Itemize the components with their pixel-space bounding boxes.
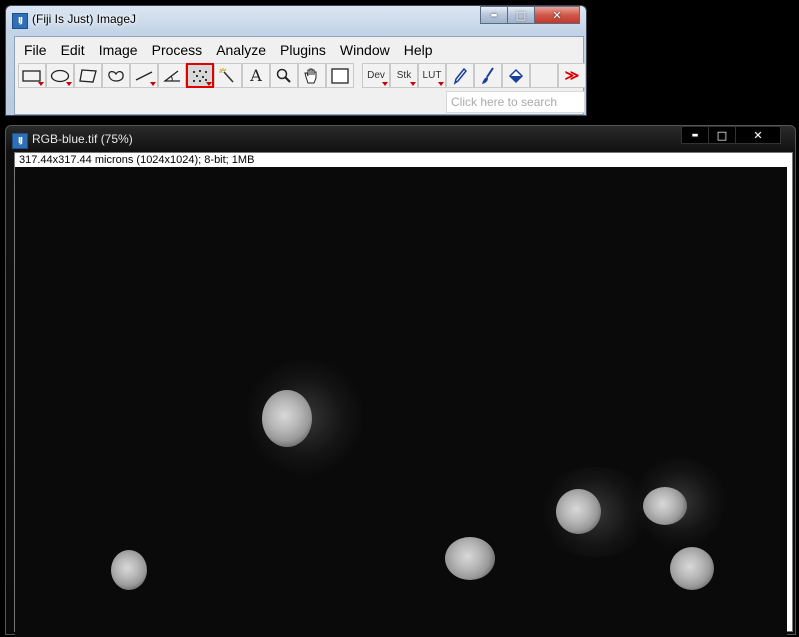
brush-tool-button[interactable] — [474, 63, 502, 88]
oval-tool-button[interactable] — [46, 63, 74, 88]
lut-menu-button[interactable]: LUT — [418, 63, 446, 88]
hand-tool-icon — [304, 68, 317, 83]
menu-window[interactable]: Window — [333, 38, 397, 60]
image-titlebar[interactable]: IJ RGB-blue.tif (75%) ▬ □ ✕ — [6, 126, 795, 154]
lut-label: LUT — [422, 70, 442, 81]
color-picker-tool-button[interactable] — [326, 63, 354, 88]
stk-label: Stk — [396, 70, 412, 81]
menu-edit[interactable]: Edit — [54, 38, 92, 60]
pencil-tool-button[interactable] — [446, 63, 474, 88]
dev-label: Dev — [367, 70, 385, 81]
menu-analyze[interactable]: Analyze — [209, 38, 273, 60]
imagej-app-icon: IJ — [12, 13, 28, 29]
cell-nucleus — [111, 550, 147, 590]
cell-nucleus — [445, 537, 495, 580]
maximize-icon: □ — [716, 128, 728, 142]
maximize-button[interactable]: □ — [507, 6, 535, 24]
close-button[interactable]: ✕ — [534, 6, 580, 24]
image-window-title: RGB-blue.tif (75%) — [32, 132, 133, 146]
minimize-icon: ▬ — [490, 11, 498, 19]
image-minimize-button[interactable]: ▬ — [681, 126, 709, 144]
minimize-button[interactable]: ▬ — [480, 6, 508, 24]
main-window-title: (Fiji Is Just) ImageJ — [32, 12, 137, 26]
multipoint-tool-button[interactable] — [186, 63, 214, 88]
dev-menu-button[interactable]: Dev — [362, 63, 390, 88]
polygon-tool-icon — [79, 68, 97, 83]
maximize-icon: □ — [515, 8, 527, 22]
pencil-icon — [453, 67, 468, 85]
image-close-button[interactable]: ✕ — [735, 126, 781, 144]
minimize-icon: ▬ — [691, 131, 699, 139]
text-tool-icon: A — [250, 66, 262, 85]
search-input[interactable]: Click here to search — [446, 91, 585, 113]
imagej-content: File Edit Image Process Analyze Plugins … — [14, 36, 586, 115]
magnifier-tool-icon — [276, 68, 291, 83]
image-info-text: 317.44x317.44 microns (1024x1024); 8-bit… — [19, 154, 255, 166]
main-titlebar[interactable]: IJ (Fiji Is Just) ImageJ ▬ □ ✕ — [6, 6, 586, 34]
close-icon: ✕ — [753, 128, 763, 142]
polygon-tool-button[interactable] — [74, 63, 102, 88]
cell-nucleus — [262, 390, 312, 447]
menu-help[interactable]: Help — [397, 38, 440, 60]
toolbar: A Dev Stk LUT ≫ — [18, 63, 586, 88]
imagej-app-icon: IJ — [12, 133, 28, 149]
freehand-tool-button[interactable] — [102, 63, 130, 88]
image-canvas[interactable] — [15, 167, 787, 637]
wand-tool-icon — [219, 67, 234, 83]
stk-menu-button[interactable]: Stk — [390, 63, 418, 88]
menu-process[interactable]: Process — [145, 38, 210, 60]
imagej-main-window: IJ (Fiji Is Just) ImageJ ▬ □ ✕ File Edit… — [5, 5, 587, 116]
magnifier-tool-button[interactable] — [270, 63, 298, 88]
menu-bar: File Edit Image Process Analyze Plugins … — [15, 37, 440, 61]
empty-tool-slot[interactable] — [530, 63, 558, 88]
oval-tool-icon — [50, 69, 70, 82]
menu-file[interactable]: File — [17, 38, 54, 60]
close-icon: ✕ — [552, 8, 562, 22]
image-maximize-button[interactable]: □ — [708, 126, 736, 144]
angle-tool-icon — [163, 69, 180, 82]
cell-nucleus — [670, 547, 714, 590]
wand-tool-button[interactable] — [214, 63, 242, 88]
brush-icon — [482, 66, 494, 84]
cell-nucleus — [643, 487, 687, 525]
double-chevron-right-icon: ≫ — [564, 67, 580, 83]
color-picker-tool-icon — [331, 67, 349, 84]
image-frame: 317.44x317.44 microns (1024x1024); 8-bit… — [14, 152, 793, 637]
freehand-tool-icon — [108, 70, 124, 82]
menu-plugins[interactable]: Plugins — [273, 38, 333, 60]
flood-fill-icon — [508, 68, 524, 83]
rectangle-tool-icon — [22, 69, 41, 82]
angle-tool-button[interactable] — [158, 63, 186, 88]
menu-image[interactable]: Image — [92, 38, 145, 60]
text-tool-button[interactable]: A — [242, 63, 270, 88]
more-tools-button[interactable]: ≫ — [558, 63, 586, 88]
flood-fill-tool-button[interactable] — [502, 63, 530, 88]
hand-tool-button[interactable] — [298, 63, 326, 88]
rectangle-tool-button[interactable] — [18, 63, 46, 88]
image-window: IJ RGB-blue.tif (75%) ▬ □ ✕ 317.44x317.4… — [5, 125, 796, 637]
line-tool-button[interactable] — [130, 63, 158, 88]
cell-nucleus — [556, 489, 601, 534]
